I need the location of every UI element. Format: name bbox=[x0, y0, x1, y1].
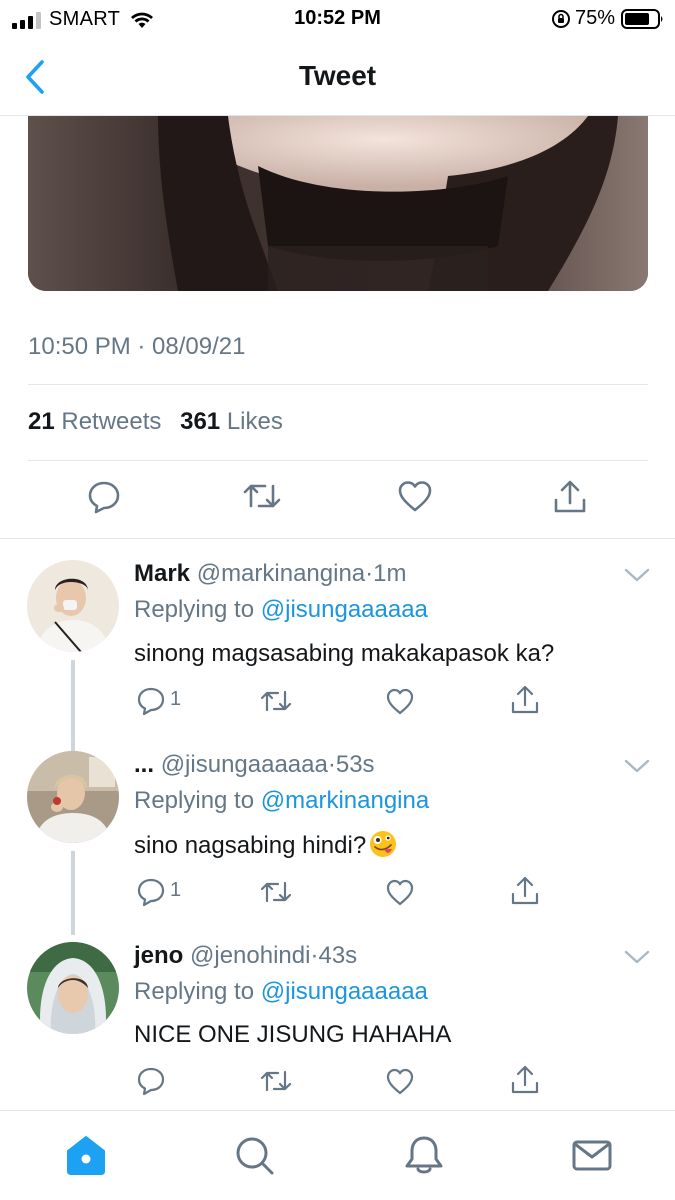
mail-icon[interactable] bbox=[570, 1133, 614, 1177]
replying-to-label: Replying to bbox=[134, 787, 255, 814]
reply-text: NICE ONE JISUNG HAHAHA bbox=[134, 1021, 452, 1048]
reply-icon[interactable] bbox=[86, 478, 122, 514]
reply-author-name[interactable]: Mark bbox=[134, 560, 190, 587]
reply-icon[interactable] bbox=[136, 686, 166, 716]
bell-icon[interactable] bbox=[402, 1133, 446, 1177]
reply-tweet[interactable]: Mark @markinangina·1m Replying to @jisun… bbox=[0, 540, 675, 740]
retweet-icon[interactable] bbox=[259, 1066, 293, 1096]
replying-to-label: Replying to bbox=[134, 596, 255, 623]
reply-author-name[interactable]: ... bbox=[134, 751, 154, 778]
heart-icon[interactable] bbox=[385, 686, 415, 716]
page-title: Tweet bbox=[298, 60, 377, 91]
retweet-icon[interactable] bbox=[259, 686, 293, 716]
thread-line bbox=[71, 660, 75, 740]
retweet-label[interactable]: Retweets bbox=[61, 408, 161, 435]
divider bbox=[28, 460, 648, 461]
replying-to-mention[interactable]: @jisungaaaaaa bbox=[261, 596, 428, 623]
reply-tweet[interactable]: jeno @jenohindi·43s Replying to @jisunga… bbox=[0, 922, 675, 1107]
like-label[interactable]: Likes bbox=[227, 408, 283, 435]
zany-face-emoji bbox=[370, 831, 397, 857]
share-icon[interactable] bbox=[510, 684, 540, 716]
retweet-icon[interactable] bbox=[259, 877, 293, 907]
like-count[interactable]: 361 bbox=[180, 408, 220, 435]
heart-icon[interactable] bbox=[397, 478, 433, 514]
divider bbox=[28, 384, 648, 385]
reply-tweet[interactable]: ... @jisungaaaaaa·53s Replying to @marki… bbox=[0, 731, 675, 935]
reply-text: sinong magsasabing makakapasok ka? bbox=[134, 640, 555, 667]
nav-header: Tweet bbox=[0, 38, 675, 116]
tweet-timestamp: 10:50 PM · 08/09/21 bbox=[28, 333, 246, 360]
home-icon[interactable] bbox=[64, 1133, 108, 1177]
battery-percent: 75% bbox=[574, 7, 615, 29]
orientation-lock-icon bbox=[551, 9, 570, 28]
reply-count: 1 bbox=[170, 879, 182, 901]
share-icon[interactable] bbox=[552, 478, 588, 516]
avatar[interactable] bbox=[27, 942, 119, 1034]
reply-author-name[interactable]: jeno bbox=[134, 942, 183, 969]
search-icon[interactable] bbox=[232, 1133, 276, 1177]
reply-time: 53s bbox=[335, 751, 375, 778]
avatar[interactable] bbox=[27, 751, 119, 843]
reply-count: 1 bbox=[170, 688, 182, 710]
replying-to-label: Replying to bbox=[134, 978, 255, 1005]
tab-bar bbox=[0, 1110, 675, 1200]
reply-author-handle[interactable]: @markinangina bbox=[197, 560, 365, 587]
section-separator bbox=[0, 538, 675, 539]
chevron-down-icon[interactable] bbox=[624, 567, 650, 583]
avatar[interactable] bbox=[27, 560, 119, 652]
retweet-count[interactable]: 21 bbox=[28, 408, 55, 435]
retweet-icon[interactable] bbox=[242, 478, 282, 514]
chevron-down-icon[interactable] bbox=[624, 949, 650, 965]
reply-time: 43s bbox=[318, 942, 358, 969]
heart-icon[interactable] bbox=[385, 1066, 415, 1096]
share-icon[interactable] bbox=[510, 875, 540, 907]
battery-icon bbox=[621, 8, 663, 29]
status-bar: SMART 10:52 PM 75% bbox=[0, 0, 675, 38]
tweet-image[interactable] bbox=[28, 116, 648, 291]
reply-icon[interactable] bbox=[136, 1066, 166, 1096]
heart-icon[interactable] bbox=[385, 877, 415, 907]
reply-author-handle[interactable]: @jisungaaaaaa bbox=[161, 751, 328, 778]
reply-text: sino nagsabing hindi? bbox=[134, 832, 367, 859]
reply-time: 1m bbox=[373, 560, 407, 587]
share-icon[interactable] bbox=[510, 1064, 540, 1096]
thread-line bbox=[71, 731, 75, 751]
reply-author-handle[interactable]: @jenohindi bbox=[190, 942, 310, 969]
replying-to-mention[interactable]: @markinangina bbox=[261, 787, 429, 814]
tweet-stats: 21 Retweets 361 Likes bbox=[28, 408, 283, 436]
replying-to-mention[interactable]: @jisungaaaaaa bbox=[261, 978, 428, 1005]
reply-icon[interactable] bbox=[136, 877, 166, 907]
chevron-down-icon[interactable] bbox=[624, 758, 650, 774]
